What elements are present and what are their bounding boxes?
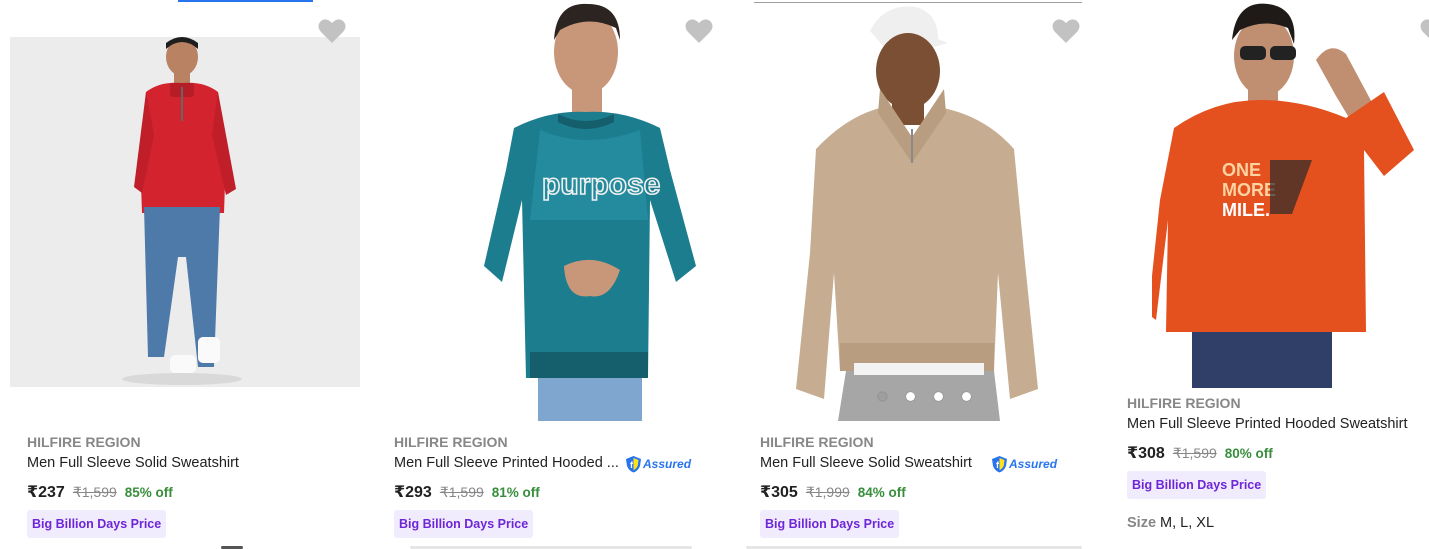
price-row: ₹305 ₹1,999 84% off — [760, 482, 906, 502]
discount-percent: 85% off — [124, 485, 173, 500]
brand-name: HILFIRE REGION — [27, 434, 141, 450]
product-photo-beige-sweatshirt — [788, 3, 1046, 421]
product-card-4[interactable]: ONE MORE MILE. HILFIRE REGION Men Full S… — [1100, 0, 1429, 549]
carousel-dot[interactable] — [906, 392, 915, 401]
assured-label: Assured — [643, 457, 692, 471]
deal-badge: Big Billion Days Price — [760, 510, 900, 538]
size-options[interactable]: Size M, L, XL — [1127, 515, 1214, 531]
original-price: ₹1,599 — [72, 484, 117, 500]
deal-badge: Big Billion Days Price — [394, 510, 534, 538]
product-image[interactable] — [788, 3, 1046, 421]
discount-percent: 80% off — [1224, 446, 1273, 461]
carousel-dot[interactable] — [878, 392, 887, 401]
product-card-1[interactable]: HILFIRE REGION Men Full Sleeve Solid Swe… — [0, 0, 368, 549]
size-values: M, L, XL — [1160, 515, 1215, 531]
product-image[interactable] — [10, 37, 360, 387]
selling-price: ₹237 — [27, 484, 65, 501]
original-price: ₹1,599 — [1172, 445, 1217, 461]
size-label: Size — [1127, 515, 1157, 531]
product-grid: HILFIRE REGION Men Full Sleeve Solid Swe… — [0, 0, 1429, 549]
product-card-3[interactable]: HILFIRE REGION Men Full Sleeve Solid Swe… — [734, 0, 1100, 549]
price-row: ₹293 ₹1,599 81% off — [394, 482, 540, 502]
original-price: ₹1,599 — [439, 484, 484, 500]
product-photo-orange-sweatshirt: ONE MORE MILE. — [1152, 0, 1422, 388]
heart-icon[interactable] — [1052, 18, 1080, 44]
product-title[interactable]: Men Full Sleeve Solid Sweatshirt — [760, 455, 972, 471]
assured-label: Assured — [1009, 457, 1058, 471]
assured-badge: f Assured — [991, 455, 1057, 473]
original-price: ₹1,999 — [805, 484, 850, 500]
heart-icon[interactable] — [1420, 18, 1429, 44]
selling-price: ₹305 — [760, 484, 798, 501]
deal-badge: Big Billion Days Price — [1127, 471, 1267, 499]
flipkart-assured-shield-icon: f — [992, 456, 1007, 473]
brand-name: HILFIRE REGION — [1127, 395, 1241, 411]
print-text-line-1: ONE — [1222, 160, 1261, 180]
discount-percent: 81% off — [491, 485, 540, 500]
product-title[interactable]: Men Full Sleeve Solid Sweatshirt — [27, 455, 239, 471]
price-row: ₹237 ₹1,599 85% off — [27, 482, 173, 502]
print-text: purpose — [542, 168, 660, 201]
product-card-2[interactable]: purpose HILFIRE REGION Men Full Sleeve P… — [368, 0, 734, 549]
brand-name: HILFIRE REGION — [760, 434, 874, 450]
brand-name: HILFIRE REGION — [394, 434, 508, 450]
product-image[interactable]: ONE MORE MILE. — [1152, 0, 1422, 388]
product-title[interactable]: Men Full Sleeve Printed Hooded ... — [394, 455, 619, 471]
carousel-dot[interactable] — [962, 392, 971, 401]
product-image[interactable]: purpose — [480, 0, 712, 421]
carousel-dot[interactable] — [934, 392, 943, 401]
flipkart-assured-shield-icon: f — [626, 456, 641, 473]
print-text-line-3: MILE. — [1222, 200, 1270, 220]
heart-icon[interactable] — [318, 18, 346, 44]
deal-badge: Big Billion Days Price — [27, 510, 167, 538]
print-text-line-2: MORE — [1222, 180, 1276, 200]
assured-badge: f Assured — [625, 455, 691, 473]
discount-percent: 84% off — [857, 485, 906, 500]
product-photo-teal-sweatshirt: purpose — [480, 0, 712, 421]
price-row: ₹308 ₹1,599 80% off — [1127, 443, 1273, 463]
product-photo-red-sweatshirt — [10, 37, 360, 387]
selling-price: ₹308 — [1127, 445, 1165, 462]
image-carousel-dots[interactable] — [878, 392, 971, 401]
selling-price: ₹293 — [394, 484, 432, 501]
heart-icon[interactable] — [685, 18, 713, 44]
product-title[interactable]: Men Full Sleeve Printed Hooded Sweatshir… — [1127, 416, 1407, 432]
